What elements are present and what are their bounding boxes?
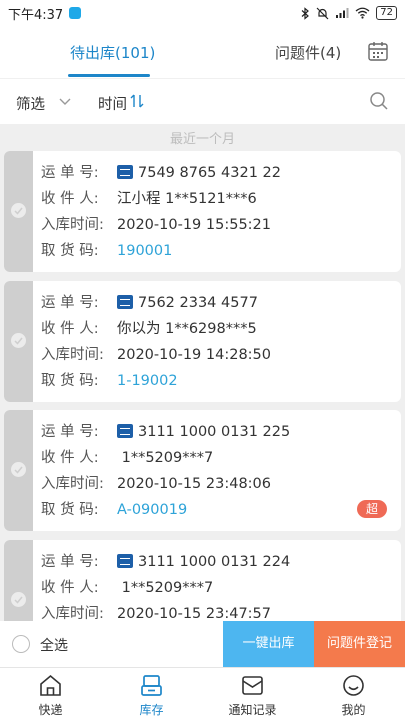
pickup-code-value: 190001: [117, 243, 173, 259]
waybill-number: 7562 2334 4577: [138, 295, 258, 311]
problem-register-button[interactable]: 问题件登记: [314, 621, 405, 667]
recipient-label: 收 件 人:: [41, 191, 99, 207]
inventory-icon: [141, 675, 162, 696]
recipient-value: 1**5209***7: [117, 580, 214, 596]
zto-logo-icon: [117, 554, 133, 568]
waybill-label: 运 单 号:: [41, 424, 99, 440]
filter-dropdown[interactable]: 筛选: [16, 93, 45, 114]
check-icon[interactable]: [11, 333, 26, 348]
zto-logo-icon: [117, 165, 133, 179]
nav-item-express[interactable]: 快递: [0, 668, 101, 720]
calendar-icon[interactable]: [367, 40, 389, 62]
notification-icon: [242, 676, 263, 695]
waybill-number: 3111 1000 0131 224: [138, 554, 291, 570]
waybill-label: 运 单 号:: [41, 295, 99, 311]
package-card[interactable]: 运 单 号: 7562 2334 4577 收 件 人: 你以为 1**6298**…: [4, 281, 401, 402]
signal-icon: [336, 8, 349, 18]
tab-pending-outbound[interactable]: 待出库(101): [70, 42, 155, 63]
action-bar: 全选 一键出库 问题件登记: [0, 621, 405, 667]
inbound-time-label: 入库时间:: [41, 476, 104, 492]
nav-label-notifications: 通知记录: [228, 703, 277, 717]
wifi-icon: [355, 7, 370, 19]
status-bar: 下午4:37 72: [0, 0, 405, 26]
package-card[interactable]: 运 单 号: 3111 1000 0131 225 收 件 人: 1**5209*…: [4, 410, 401, 531]
mute-icon: [316, 7, 329, 19]
bottom-navigation: 快递 库存 通知记录 我的: [0, 667, 405, 720]
pickup-code-value: 1-19002: [117, 373, 178, 389]
select-all-label[interactable]: 全选: [40, 635, 68, 655]
overdue-badge: 超: [357, 500, 387, 518]
waybill-number: 3111 1000 0131 225: [138, 424, 291, 440]
check-icon[interactable]: [11, 592, 26, 607]
nav-item-notifications[interactable]: 通知记录: [202, 668, 303, 720]
pickup-code-label: 取 货 码:: [41, 243, 99, 259]
tab-problem-items[interactable]: 问题件(4): [275, 42, 341, 63]
waybill-number: 7549 8765 4321 22: [138, 165, 281, 181]
inbound-time-value: 2020-10-15 23:47:57: [117, 606, 271, 622]
nav-label-express: 快递: [38, 703, 63, 717]
bluetooth-icon: [301, 6, 310, 20]
nav-item-profile[interactable]: 我的: [303, 668, 404, 720]
waybill-label: 运 单 号:: [41, 165, 99, 181]
waybill-label: 运 单 号:: [41, 554, 99, 570]
select-all-radio[interactable]: [12, 635, 30, 653]
nav-label-inventory: 库存: [139, 703, 164, 717]
status-time: 下午4:37: [8, 7, 64, 23]
package-card[interactable]: 运 单 号: 7549 8765 4321 22 收 件 人: 江小程 1**512…: [4, 151, 401, 272]
app-notification-icon: [69, 7, 82, 19]
home-icon: [40, 674, 61, 696]
check-icon[interactable]: [11, 203, 26, 218]
date-range-label: 最近一个月: [169, 132, 235, 147]
zto-logo-icon: [117, 424, 133, 438]
sort-by-time[interactable]: 时间: [98, 93, 127, 114]
pickup-code-label: 取 货 码:: [41, 502, 99, 518]
inbound-time-value: 2020-10-15 23:48:06: [117, 476, 271, 492]
check-icon[interactable]: [11, 462, 26, 477]
active-tab-indicator: [68, 74, 150, 77]
pickup-code-value: A-090019: [117, 502, 188, 518]
inbound-time-value: 2020-10-19 15:55:21: [117, 217, 271, 233]
nav-label-profile: 我的: [341, 703, 366, 717]
recipient-value: 江小程 1**5121***6: [117, 191, 257, 207]
zto-logo-icon: [117, 295, 133, 309]
inbound-time-label: 入库时间:: [41, 347, 104, 363]
one-click-outbound-button[interactable]: 一键出库: [223, 621, 314, 667]
status-icons: 72: [301, 6, 397, 20]
tab-bar: 待出库(101) 问题件(4): [0, 26, 405, 78]
sort-icon[interactable]: [130, 93, 144, 109]
recipient-value: 你以为 1**6298***5: [117, 321, 257, 337]
recipient-label: 收 件 人:: [41, 450, 99, 466]
nav-item-inventory[interactable]: 库存: [101, 668, 202, 720]
filter-bar: 筛选 时间: [0, 78, 405, 124]
battery-indicator: 72: [376, 6, 397, 20]
recipient-value: 1**5209***7: [117, 450, 214, 466]
recipient-label: 收 件 人:: [41, 321, 99, 337]
recipient-label: 收 件 人:: [41, 580, 99, 596]
pickup-code-label: 取 货 码:: [41, 373, 99, 389]
chevron-down-icon[interactable]: [58, 94, 72, 108]
inbound-time-label: 入库时间:: [41, 217, 104, 233]
search-icon[interactable]: [369, 91, 389, 111]
inbound-time-value: 2020-10-19 14:28:50: [117, 347, 271, 363]
profile-icon: [343, 675, 364, 696]
